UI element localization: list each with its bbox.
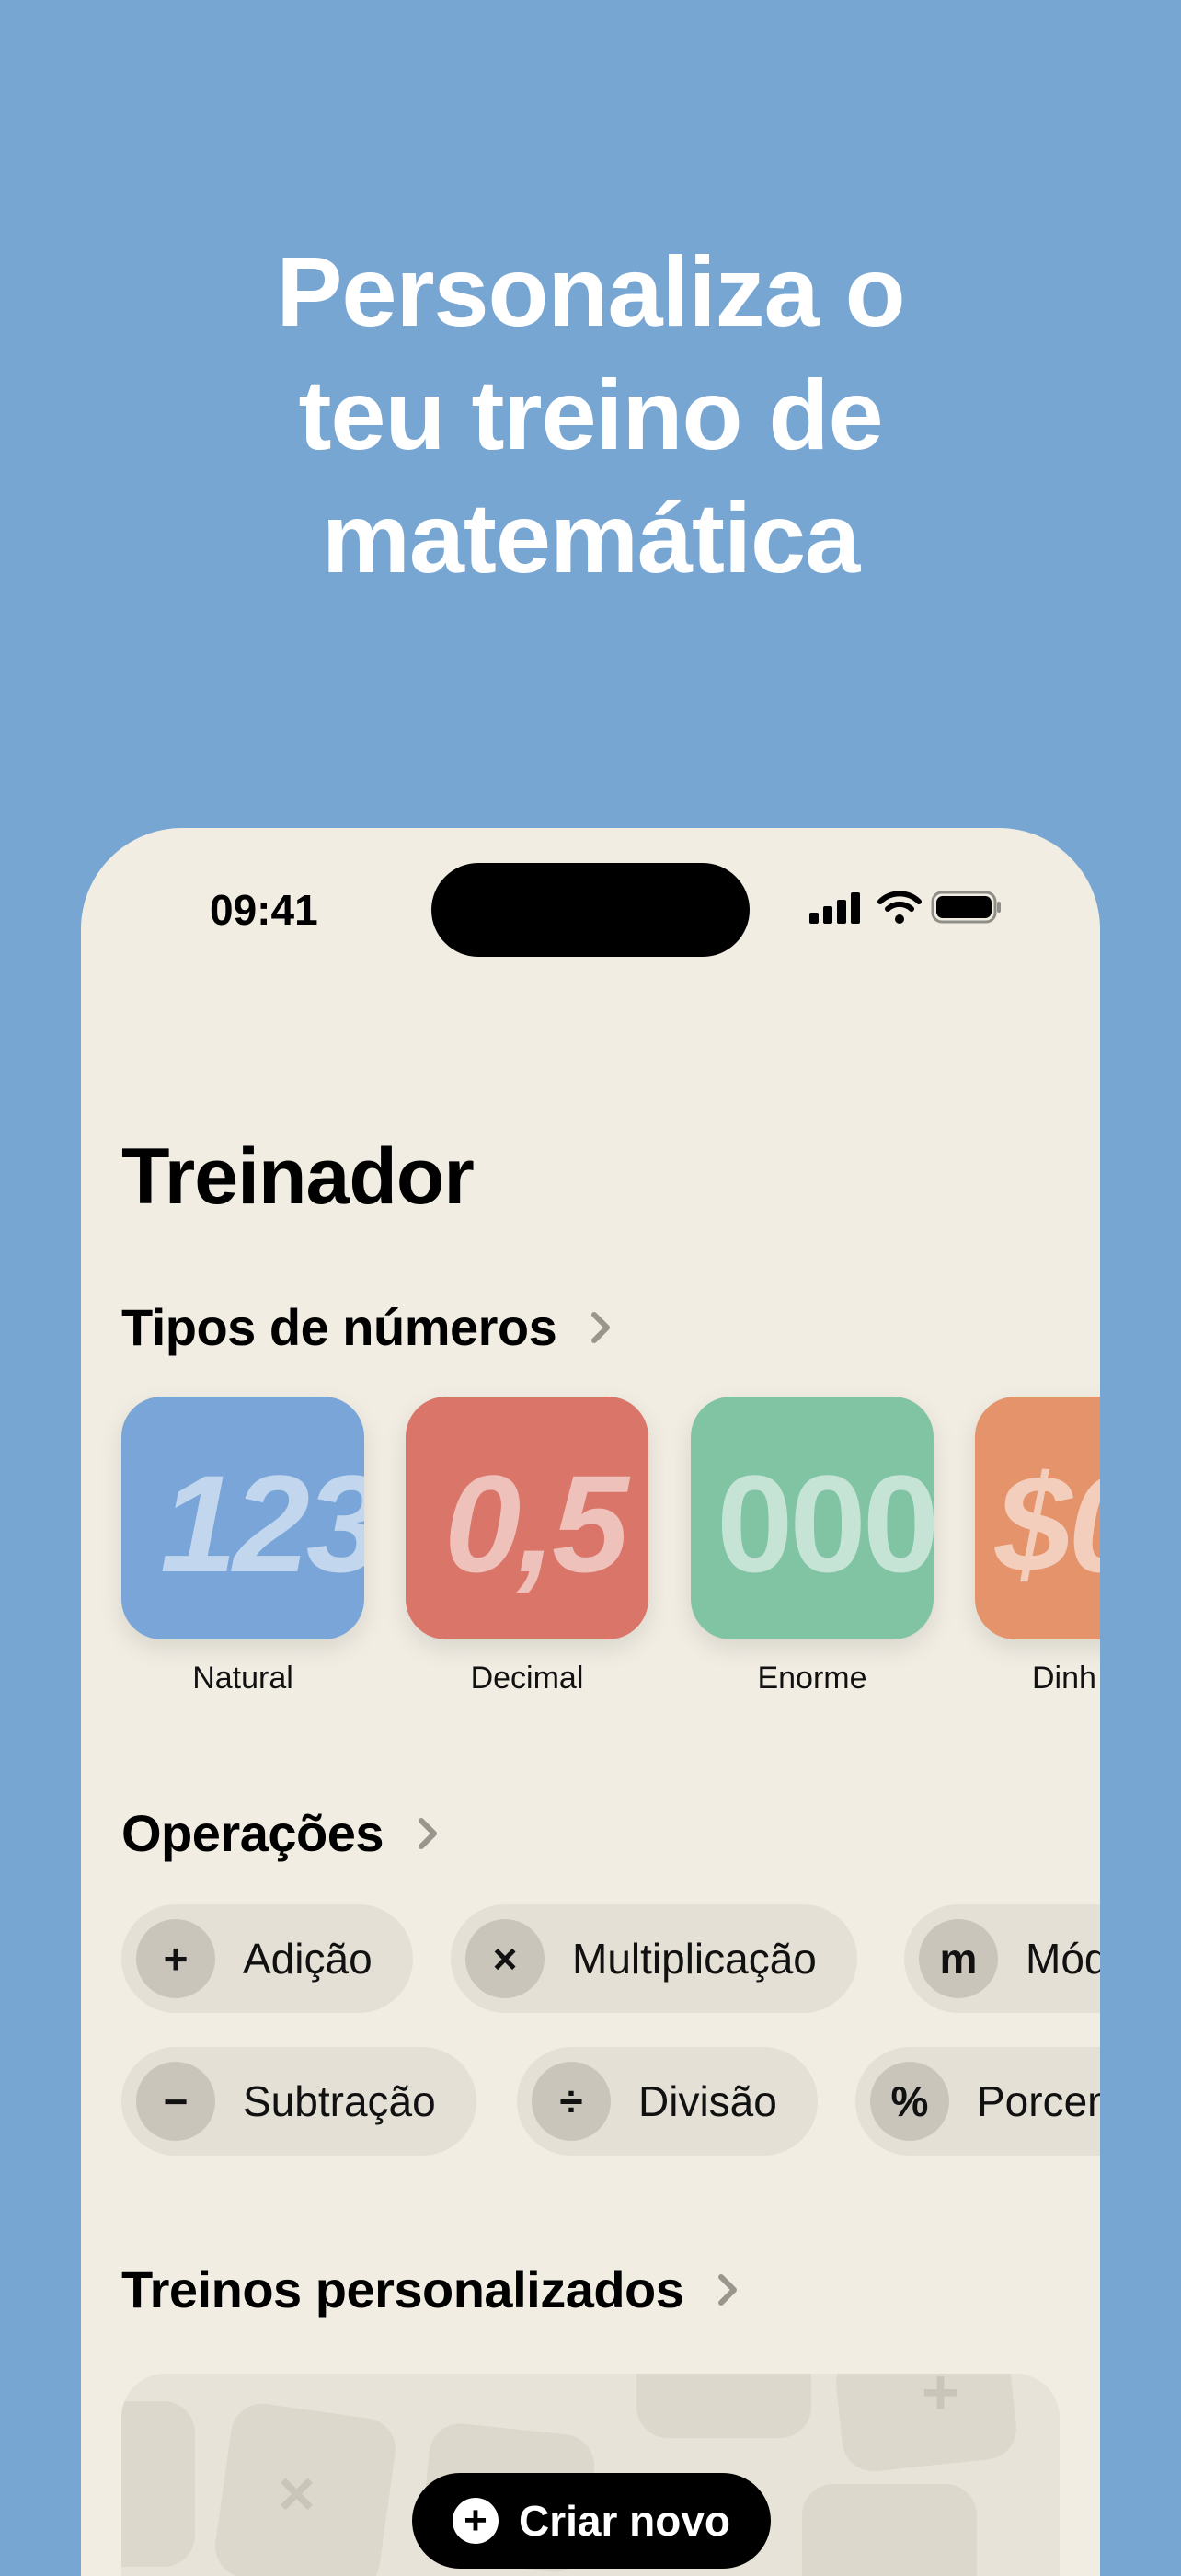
number-types-title: Tipos de números [121, 1298, 557, 1356]
operations-title: Operações [121, 1804, 384, 1862]
operation-chip-adicao[interactable]: + Adição [121, 1904, 413, 2013]
decimal-glyph: 0,5 [444, 1446, 629, 1601]
headline-line-1: Personaliza o [276, 236, 905, 347]
multiply-icon: × [278, 2457, 315, 2529]
headline: Personaliza o teu treino de matemática [0, 230, 1181, 600]
number-type-label-enorme: Enorme [757, 1661, 867, 1696]
operation-chip-porcentagem[interactable]: % Porcen [855, 2047, 1100, 2156]
chevron-right-icon [718, 2273, 738, 2306]
chevron-right-icon [591, 1311, 611, 1343]
operation-label: Mód [1026, 1935, 1100, 1983]
headline-line-2: teu treino de [298, 359, 883, 470]
minus-icon: − [136, 2062, 215, 2141]
number-type-label-decimal: Decimal [470, 1661, 584, 1696]
operation-label: Divisão [638, 2077, 777, 2125]
custom-workouts-title: Treinos personalizados [121, 2260, 684, 2318]
plus-icon: + [922, 2374, 959, 2428]
operation-chip-modulo[interactable]: m Mód [904, 1904, 1100, 2013]
number-type-label-dinheiro: Dinh [1032, 1661, 1096, 1696]
decor-tile [802, 2484, 977, 2576]
operation-chip-divisao[interactable]: ÷ Divisão [517, 2047, 818, 2156]
operation-label: Subtração [243, 2077, 436, 2125]
percent-icon: % [870, 2062, 949, 2141]
signal-icon [809, 892, 860, 924]
plus-circle-icon: + [452, 2498, 499, 2544]
status-time: 09:41 [210, 886, 318, 934]
operation-label: Multiplicação [572, 1935, 817, 1983]
number-type-card-decimal[interactable]: 0,5 [406, 1397, 648, 1639]
chevron-right-icon [419, 1817, 437, 1849]
number-type-card-enorme[interactable]: 000 [691, 1397, 934, 1639]
number-type-label-natural: Natural [192, 1661, 293, 1696]
natural-glyph: 123 [160, 1446, 364, 1601]
number-types-header[interactable]: Tipos de números [121, 1297, 619, 1357]
headline-line-3: matemática [321, 482, 860, 593]
page-title: Treinador [121, 1133, 475, 1221]
create-new-label: Criar novo [518, 2497, 731, 2545]
multiply-icon: × [465, 1919, 545, 1998]
battery-icon [931, 891, 1001, 924]
enorme-glyph: 000 [717, 1446, 934, 1601]
operation-chip-multiplicacao[interactable]: × Multiplicação [451, 1904, 857, 2013]
number-type-card-dinheiro[interactable]: $0 [975, 1397, 1100, 1639]
operation-chip-subtracao[interactable]: − Subtração [121, 2047, 476, 2156]
divide-icon: ÷ [532, 2062, 611, 2141]
dinheiro-glyph: $0 [995, 1446, 1100, 1601]
decor-tile [636, 2374, 811, 2438]
operation-label: Adição [243, 1935, 373, 1983]
number-type-card-natural[interactable]: 123 [121, 1397, 364, 1639]
modulo-icon: m [919, 1919, 998, 1998]
wifi-icon [877, 891, 922, 924]
create-new-button[interactable]: + Criar novo [412, 2473, 771, 2569]
phone-screen: 09:41 Treinador Tipos de números 123 Nat… [81, 828, 1100, 2576]
dynamic-island [431, 863, 750, 957]
custom-workouts-header[interactable]: Treinos personalizados [121, 2260, 746, 2319]
plus-icon: + [136, 1919, 215, 1998]
operation-label: Porcen [977, 2077, 1100, 2125]
decor-tile [121, 2401, 195, 2567]
operations-header[interactable]: Operações [121, 1803, 446, 1863]
